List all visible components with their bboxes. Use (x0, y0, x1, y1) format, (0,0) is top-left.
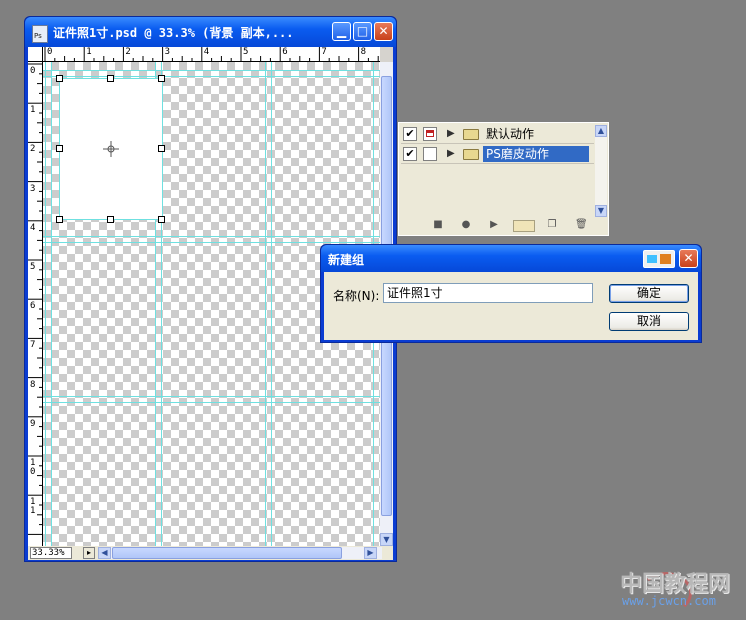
cancel-button[interactable]: 取消 (609, 312, 689, 331)
transform-handle[interactable] (56, 216, 63, 223)
dialog-title-bar[interactable]: 新建组 ✕ (321, 245, 701, 272)
record-icon[interactable]: ● (461, 220, 471, 230)
guide-line[interactable] (43, 396, 380, 397)
scroll-down-button[interactable]: ▼ (380, 533, 393, 546)
ruler-number: 1 0 (30, 458, 36, 477)
vertical-ruler[interactable]: 0 1 2 3 4 5 6 7 8 9 1 0 1 1 (28, 62, 43, 546)
action-set-label: PS磨皮动作 (483, 146, 589, 162)
transform-handle[interactable] (158, 216, 165, 223)
action-set-label: 默认动作 (486, 127, 535, 141)
ruler-number: 5 (30, 262, 36, 272)
guide-line[interactable] (43, 76, 380, 77)
dialog-body: 名称(N): 证件照1寸 确定 取消 (324, 272, 698, 340)
actions-scrollbar[interactable]: ▲ ▼ (595, 125, 607, 217)
action-enabled-checkbox[interactable]: ✔ (403, 127, 417, 141)
transform-handle[interactable] (107, 75, 114, 82)
dialog-toggle-icon[interactable] (423, 127, 437, 141)
guide-line[interactable] (265, 62, 266, 546)
ruler-number: 5 (243, 47, 249, 57)
transform-handle[interactable] (158, 75, 165, 82)
ruler-number: 3 (164, 47, 171, 57)
name-input[interactable]: 证件照1寸 (383, 283, 593, 303)
ruler-number: 2 (30, 144, 36, 155)
actions-panel: ✔ ▶ 默认动作 ✔ ▶ PS磨皮动作 ▲ ▼ ■ ● ▶ ❐ 🗑 (398, 122, 609, 236)
status-bar: 33.33% ▸ ◀ ▶ (28, 546, 393, 560)
ruler-number: 6 (282, 47, 288, 57)
horizontal-scrollbar[interactable]: ◀ ▶ (98, 547, 382, 559)
folder-icon (463, 149, 479, 160)
scroll-thumb[interactable] (112, 547, 342, 559)
ruler-number: 4 (30, 222, 36, 233)
action-set-row[interactable]: ✔ ▶ 默认动作 (401, 125, 594, 144)
ok-button[interactable]: 确定 (609, 284, 689, 303)
dialog-toggle-icon[interactable] (423, 147, 437, 161)
name-label: 名称(N): (333, 289, 380, 303)
ruler-number: 8 (360, 47, 367, 57)
stop-icon[interactable]: ■ (433, 220, 443, 230)
dialog-title: 新建组 (328, 253, 365, 267)
photo-frame[interactable] (59, 78, 163, 220)
ruler-number: 7 (321, 47, 327, 57)
scroll-up-button[interactable]: ▲ (595, 125, 607, 137)
transform-handle[interactable] (56, 75, 63, 82)
ruler-number: 9 (30, 418, 36, 429)
photoshop-doc-icon (32, 25, 48, 43)
document-title: 证件照1寸.psd @ 33.3% (背景 副本,... (53, 26, 294, 40)
guide-line[interactable] (45, 62, 46, 546)
ruler-number: 8 (30, 379, 36, 390)
ruler-number: 4 (203, 47, 210, 57)
actions-toolbar: ■ ● ▶ ❐ 🗑 (401, 219, 606, 233)
status-menu-icon[interactable]: ▸ (83, 547, 95, 559)
action-set-row[interactable]: ✔ ▶ PS磨皮动作 (401, 145, 594, 164)
guide-line[interactable] (271, 62, 272, 546)
transform-handle[interactable] (107, 216, 114, 223)
transform-handle[interactable] (56, 145, 63, 152)
delete-icon[interactable]: 🗑 (575, 220, 588, 230)
guide-line[interactable] (51, 62, 52, 546)
maximize-button[interactable]: □ (353, 22, 372, 41)
help-icon[interactable] (643, 250, 675, 268)
ruler-origin[interactable] (28, 47, 43, 62)
ruler-number: 1 (30, 105, 36, 116)
ruler-number: 3 (30, 183, 36, 194)
ruler-number: 0 (30, 66, 36, 76)
actions-list: ✔ ▶ 默认动作 ✔ ▶ PS磨皮动作 (401, 125, 594, 217)
scroll-down-button[interactable]: ▼ (595, 205, 607, 217)
guide-line[interactable] (43, 70, 380, 71)
transform-handle[interactable] (158, 145, 165, 152)
play-icon[interactable]: ▶ (489, 220, 499, 230)
horizontal-ruler[interactable]: 0 1 2 3 4 5 6 7 8 (43, 47, 380, 62)
crosshair-icon (103, 141, 119, 157)
ruler-number: 6 (30, 301, 36, 312)
guide-line[interactable] (43, 242, 380, 243)
minimize-button[interactable]: ▁ (332, 22, 351, 41)
guide-line[interactable] (43, 236, 380, 237)
ruler-number: 7 (30, 340, 36, 351)
expand-arrow-icon[interactable]: ▶ (447, 128, 455, 139)
ruler-number: 1 (86, 47, 92, 57)
document-title-bar[interactable]: 证件照1寸.psd @ 33.3% (背景 副本,... ▁ □ ✕ (25, 17, 396, 47)
dialog-close-button[interactable]: ✕ (679, 249, 698, 268)
scroll-left-button[interactable]: ◀ (98, 547, 111, 559)
expand-arrow-icon[interactable]: ▶ (447, 148, 455, 159)
new-action-icon[interactable]: ❐ (547, 220, 557, 230)
ruler-number: 1 1 (30, 497, 36, 517)
watermark-url: www.jcwcn.com (622, 594, 716, 608)
new-set-icon[interactable] (513, 220, 535, 232)
ruler-number: 2 (125, 47, 131, 57)
new-set-dialog: 新建组 ✕ 名称(N): 证件照1寸 确定 取消 (320, 244, 702, 343)
action-enabled-checkbox[interactable]: ✔ (403, 147, 417, 161)
zoom-level-field[interactable]: 33.33% (30, 547, 72, 559)
ruler-number: 0 (47, 47, 53, 57)
folder-icon (463, 129, 479, 140)
close-button[interactable]: ✕ (374, 22, 393, 41)
guide-line[interactable] (43, 402, 380, 403)
scroll-right-button[interactable]: ▶ (364, 547, 377, 559)
